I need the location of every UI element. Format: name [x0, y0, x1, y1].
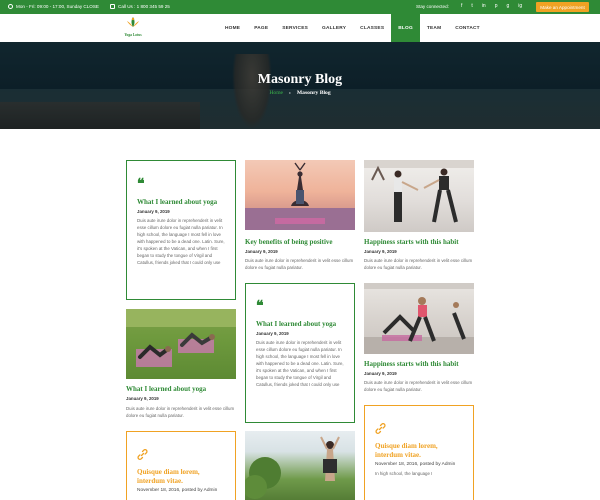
- post-excerpt: Duis aute irure dolor in reprehenderit i…: [126, 406, 235, 419]
- post-title[interactable]: What I learned about yoga: [126, 385, 206, 393]
- post-date: January 9, 2019: [256, 330, 289, 336]
- post-date: January 9, 2019: [245, 249, 278, 254]
- phone-info: Call Us : 1 800 345 59 25: [110, 4, 170, 9]
- hours-text: Mon - Fri: 09:00 - 17:00, Sunday CLOSE: [16, 4, 99, 9]
- breadcrumb-separator: ›: [289, 90, 291, 96]
- quote-icon: ❝: [137, 177, 145, 192]
- post-image-group-yoga[interactable]: [126, 309, 236, 379]
- post-title[interactable]: Happiness starts with this habit: [364, 360, 459, 368]
- nav-classes[interactable]: CLASSES: [353, 14, 391, 42]
- stay-connected-label: Stay connected:: [416, 4, 449, 9]
- post-image-gym-class[interactable]: [364, 283, 474, 354]
- post-title[interactable]: Quisque diam lorem, interdum vitae.: [375, 442, 463, 460]
- post-title[interactable]: What I learned about yoga: [137, 198, 225, 207]
- instagram-icon[interactable]: ig: [518, 3, 522, 9]
- make-appointment-button[interactable]: Make an Appointment: [536, 2, 589, 12]
- twitter-icon[interactable]: t: [471, 3, 472, 9]
- link-icon: [137, 449, 148, 460]
- breadcrumb-home-link[interactable]: Home: [269, 90, 283, 96]
- phone-icon: [110, 4, 115, 9]
- post-card-link[interactable]: Quisque diam lorem, interdum vitae. Nove…: [126, 431, 236, 500]
- link-icon: [375, 423, 386, 434]
- post-title[interactable]: Happiness starts with this habit: [364, 238, 459, 246]
- top-info-bar: Mon - Fri: 09:00 - 17:00, Sunday CLOSE C…: [0, 0, 600, 14]
- nav-services[interactable]: SERVICES: [275, 14, 315, 42]
- post-excerpt: Duis aute irure dolor in reprehenderit i…: [256, 339, 344, 388]
- post-card-quote[interactable]: ❝ What I learned about yoga January 9, 2…: [245, 283, 355, 423]
- post-excerpt: In high school, the language I: [375, 470, 433, 476]
- nav-contact[interactable]: CONTACT: [448, 14, 487, 42]
- post-title[interactable]: Key benefits of being positive: [245, 238, 333, 246]
- post-date: November 18, 2016, posted by Admin: [375, 461, 456, 467]
- site-header: Yoga Lotus HOME PAGE SERVICES GALLERY CL…: [0, 14, 600, 42]
- post-title[interactable]: What I learned about yoga: [256, 320, 344, 329]
- post-date: January 9, 2019: [126, 396, 159, 401]
- logo[interactable]: Yoga Lotus: [121, 16, 145, 40]
- post-date: January 9, 2019: [137, 208, 170, 214]
- post-image-sunset-yoga[interactable]: [245, 160, 355, 230]
- post-card-quote[interactable]: ❝ What I learned about yoga January 9, 2…: [126, 160, 236, 300]
- post-image-park-yoga[interactable]: [245, 431, 355, 500]
- google-plus-icon[interactable]: g: [506, 3, 509, 9]
- logo-text: Yoga Lotus: [124, 33, 142, 37]
- breadcrumb: Home › Masonry Blog: [0, 90, 600, 96]
- post-card-link[interactable]: Quisque diam lorem, interdum vitae. Nove…: [364, 405, 474, 500]
- linkedin-icon[interactable]: in: [482, 3, 486, 9]
- nav-home[interactable]: HOME: [218, 14, 247, 42]
- nav-page[interactable]: PAGE: [247, 14, 275, 42]
- post-excerpt: Duis aute irure dolor in reprehenderit i…: [364, 258, 473, 271]
- post-title[interactable]: Quisque diam lorem, interdum vitae.: [137, 468, 225, 486]
- pinterest-icon[interactable]: p: [495, 3, 498, 9]
- post-date: January 9, 2019: [364, 371, 397, 376]
- post-date: November 18, 2016, posted by Admin: [137, 487, 218, 493]
- social-links: f t in p g ig: [461, 3, 522, 9]
- nav-blog[interactable]: BLOG: [391, 14, 420, 42]
- clock-icon: [8, 4, 13, 9]
- nav-gallery[interactable]: GALLERY: [315, 14, 353, 42]
- page-title: Masonry Blog: [257, 72, 343, 87]
- post-excerpt: Duis aute irure dolor in reprehenderit i…: [137, 217, 225, 266]
- post-date: January 9, 2019: [364, 249, 397, 254]
- post-excerpt: Duis aute irure dolor in reprehenderit i…: [364, 380, 473, 393]
- breadcrumb-current: Masonry Blog: [296, 90, 331, 96]
- lotus-logo-icon: [127, 17, 139, 27]
- post-image-gym-stretch[interactable]: [364, 160, 474, 232]
- phone-text: Call Us : 1 800 345 59 25: [118, 4, 170, 9]
- nav-team[interactable]: TEAM: [420, 14, 448, 42]
- page-hero: Masonry Blog Home › Masonry Blog: [0, 42, 600, 129]
- quote-icon: ❝: [256, 299, 264, 314]
- facebook-icon[interactable]: f: [461, 3, 462, 9]
- hours-info: Mon - Fri: 09:00 - 17:00, Sunday CLOSE: [8, 4, 99, 9]
- post-excerpt: Duis aute irure dolor in reprehenderit i…: [245, 258, 354, 271]
- main-nav: HOME PAGE SERVICES GALLERY CLASSES BLOG …: [218, 14, 487, 42]
